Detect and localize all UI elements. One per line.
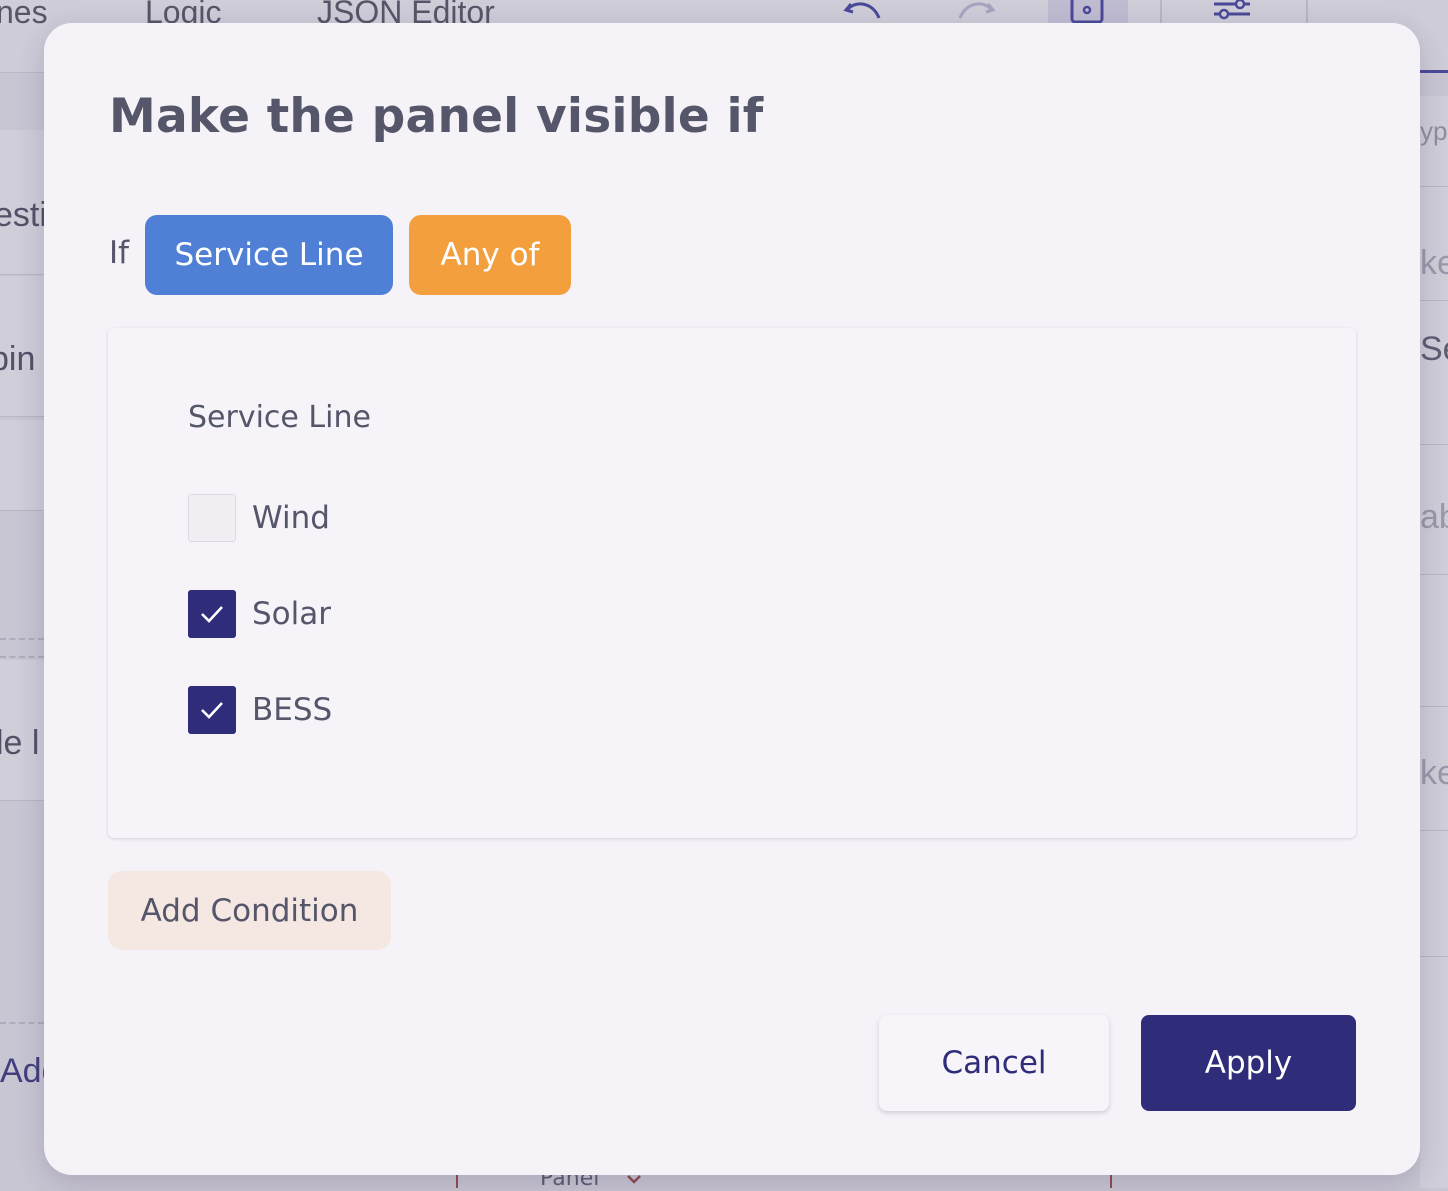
check-icon [201, 606, 223, 623]
option-bess[interactable]: BESS [188, 686, 332, 734]
dialog-title: Make the panel visible if [109, 89, 764, 144]
question-selector-button[interactable]: Service Line [145, 215, 393, 295]
checkbox-wind[interactable] [188, 494, 236, 542]
option-label: Wind [252, 500, 330, 536]
cancel-button[interactable]: Cancel [879, 1015, 1109, 1111]
add-condition-button[interactable]: Add Condition [108, 871, 391, 950]
option-label: Solar [252, 596, 331, 632]
apply-button[interactable]: Apply [1141, 1015, 1356, 1111]
if-label: If [109, 235, 130, 271]
checkbox-bess[interactable] [188, 686, 236, 734]
option-wind[interactable]: Wind [188, 494, 330, 542]
checkbox-solar[interactable] [188, 590, 236, 638]
condition-value-panel: Service Line Wind Solar BESS [108, 328, 1356, 838]
condition-dialog: Make the panel visible if If Service Lin… [44, 23, 1420, 1175]
check-icon [201, 702, 223, 719]
operator-selector-button[interactable]: Any of [409, 215, 571, 295]
question-title: Service Line [188, 400, 371, 435]
option-solar[interactable]: Solar [188, 590, 331, 638]
option-label: BESS [252, 692, 333, 728]
